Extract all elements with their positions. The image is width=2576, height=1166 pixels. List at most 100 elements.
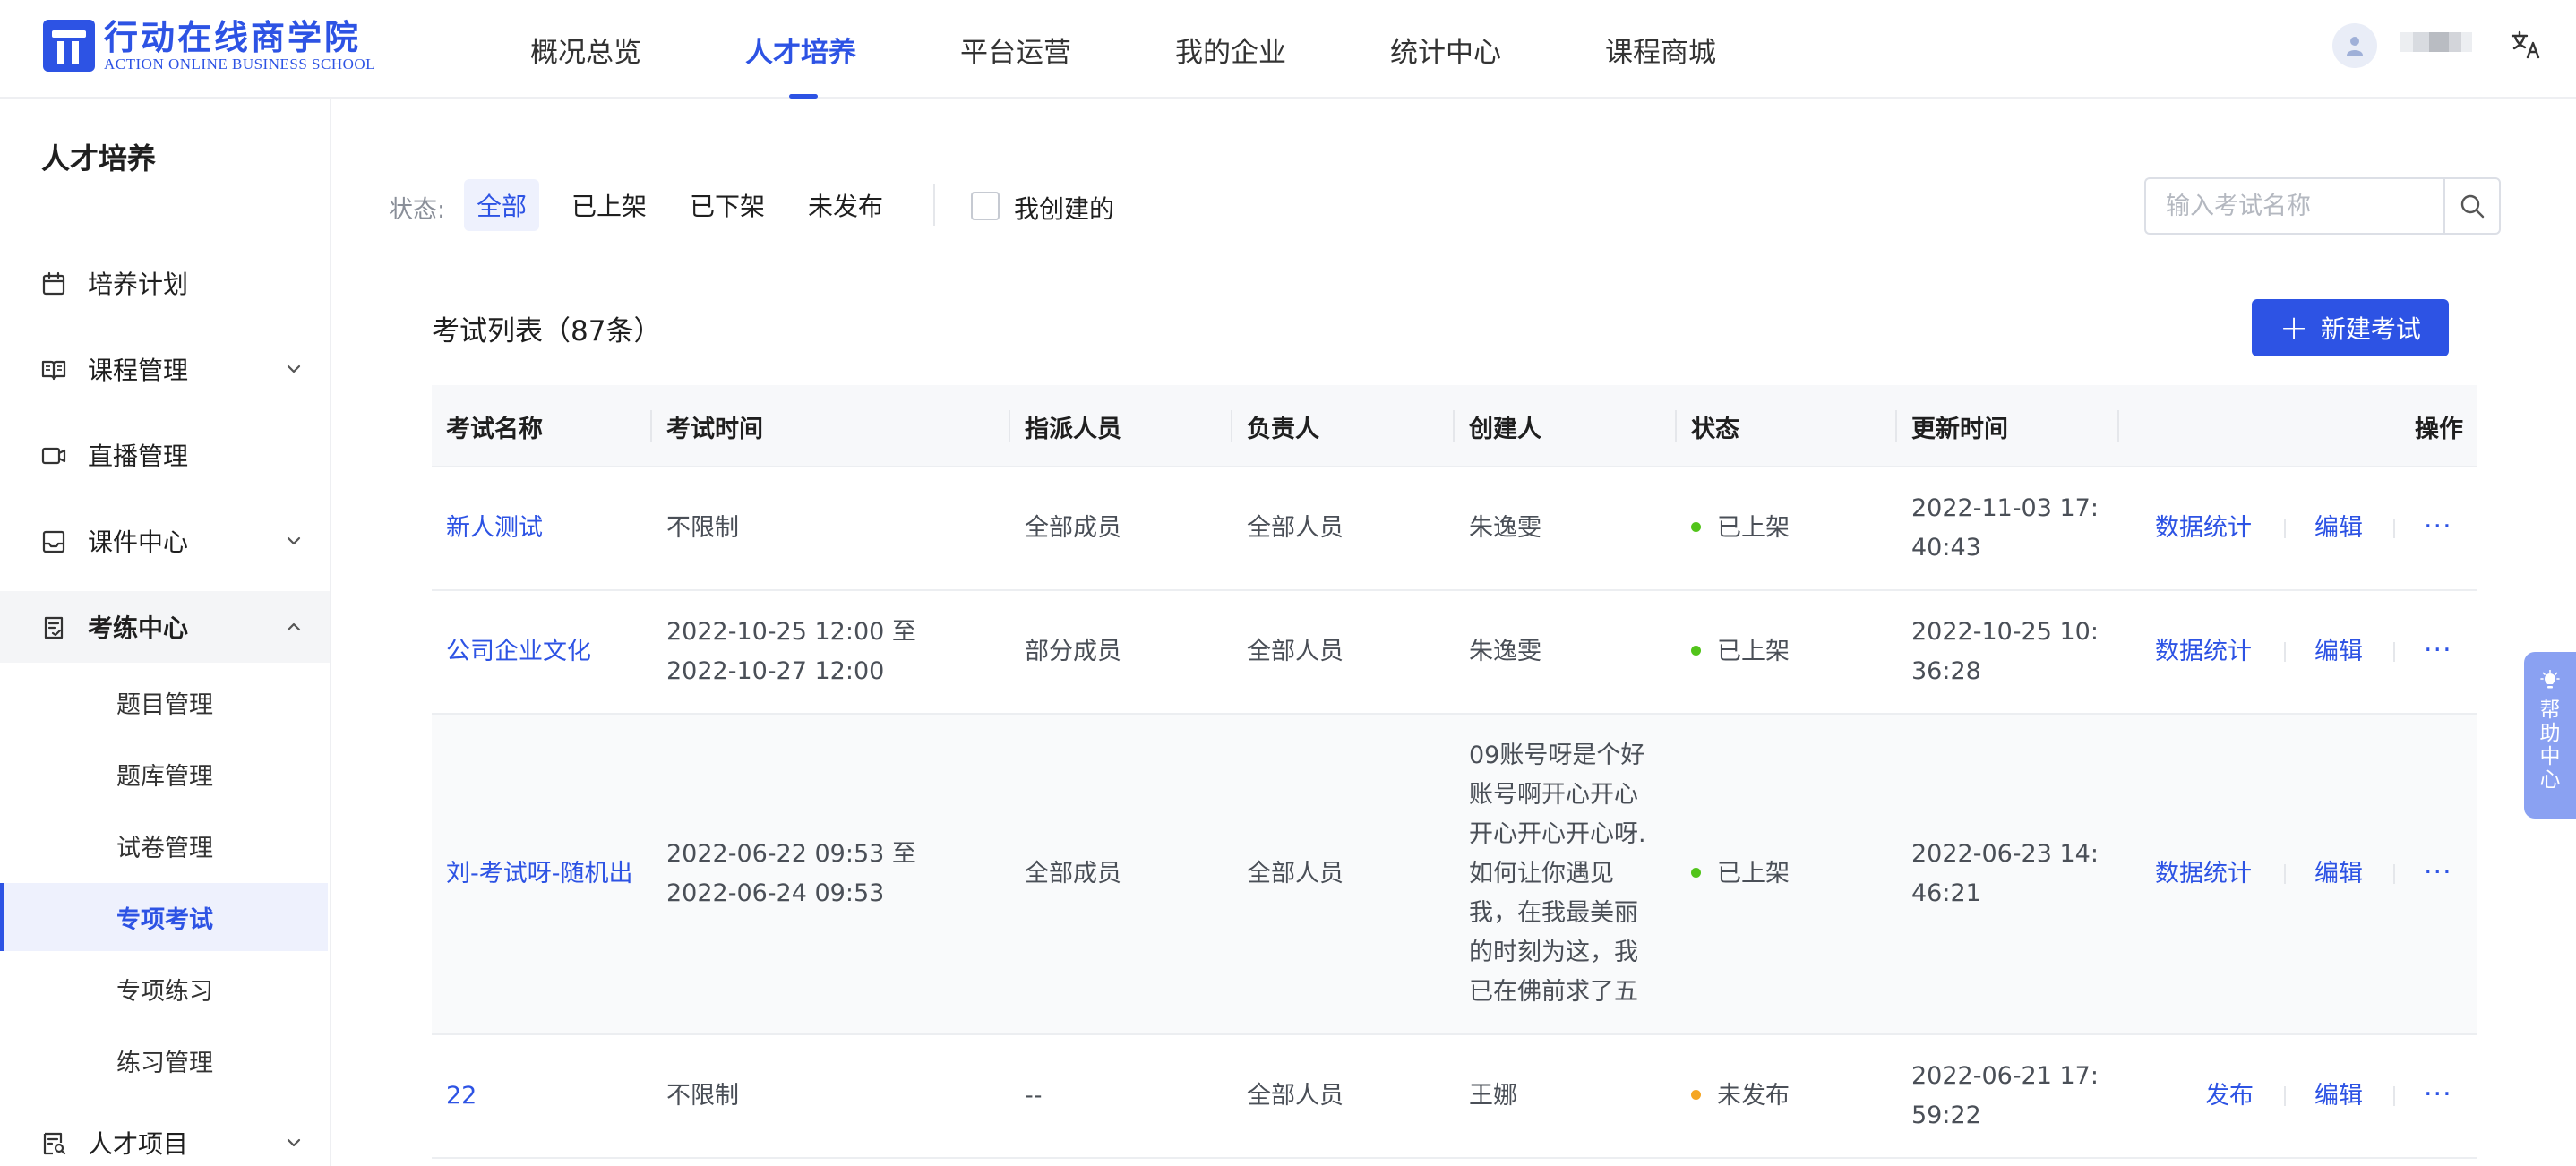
logo-mark-icon [43, 20, 95, 72]
sidebar-item-exam-center[interactable]: 考练中心 [0, 591, 330, 663]
main-nav: 概况总览 人才培养 平台运营 我的企业 统计中心 课程商城 [530, 0, 1716, 99]
status-dot [1691, 522, 1701, 532]
help-center-label: 帮助中心 [2539, 699, 2561, 792]
user-avatar-icon[interactable] [2332, 23, 2377, 68]
edit-link[interactable]: 编辑 [2314, 509, 2363, 548]
assigned-members: -- [1025, 1082, 1043, 1110]
chevron-down-icon [287, 1138, 301, 1147]
column-header-owner: 负责人 [1247, 415, 1319, 443]
more-actions-icon[interactable]: ··· [2424, 510, 2452, 542]
new-exam-label: 新建考试 [2320, 314, 2421, 344]
updated-time: 2022-10-25 10:36:28 [1911, 618, 2099, 685]
sidebar-subitem-practice-management[interactable]: 练习管理 [0, 1026, 328, 1094]
exam-name-link[interactable]: 刘-考试呀-随机出 [446, 854, 633, 894]
filter-divider [933, 184, 935, 226]
translate-icon[interactable] [2508, 27, 2544, 63]
table-row: 公司企业文化 2022-10-25 12:00 至 2022-10-27 12:… [432, 591, 2477, 715]
exam-list-title: 考试列表（87条） [432, 315, 662, 347]
status-dot [1691, 868, 1701, 878]
publish-link[interactable]: 发布 [2205, 1076, 2254, 1116]
sidebar-item-label: 人才项目 [88, 1129, 189, 1159]
status-badge: 未发布 [1691, 1076, 1790, 1116]
updated-time: 2022-11-03 17:40:43 [1911, 494, 2099, 562]
exam-name-link[interactable]: 新人测试 [446, 509, 543, 548]
created-by-me-label[interactable]: 我创建的 [1014, 190, 1114, 226]
nav-talent-development[interactable]: 人才培养 [745, 0, 862, 99]
column-header-updated: 更新时间 [1911, 415, 2008, 443]
edit-link[interactable]: 编辑 [2314, 1076, 2363, 1116]
sidebar-item-label: 培养计划 [88, 270, 189, 299]
talent-project-icon [43, 1132, 66, 1155]
help-center-button[interactable]: 帮助中心 [2524, 652, 2576, 819]
sidebar-item-label: 考练中心 [88, 613, 189, 643]
edit-link[interactable]: 编辑 [2314, 854, 2363, 894]
edit-link[interactable]: 编辑 [2314, 632, 2363, 672]
lightbulb-icon [2540, 670, 2560, 689]
nav-platform-operations[interactable]: 平台运营 [960, 0, 1077, 99]
exam-time: 2022-06-22 09:53 至 2022-06-24 09:53 [666, 840, 916, 907]
column-header-status: 状态 [1691, 415, 1739, 443]
exam-time: 不限制 [666, 1082, 739, 1110]
assigned-members: 全部成员 [1025, 860, 1121, 887]
exam-name-link[interactable]: 公司企业文化 [446, 632, 591, 672]
assigned-members: 全部成员 [1025, 514, 1121, 542]
nav-overview[interactable]: 概况总览 [530, 0, 650, 99]
brand-logo[interactable]: 行动在线商学院 ACTION ONLINE BUSINESS SCHOOL [43, 18, 375, 73]
more-actions-icon[interactable]: ··· [2424, 634, 2452, 665]
nav-statistics-center[interactable]: 统计中心 [1390, 0, 1507, 99]
owner: 全部人员 [1247, 514, 1344, 542]
sidebar-item-label: 课程管理 [88, 356, 189, 385]
status-badge: 已上架 [1691, 509, 1790, 548]
owner: 全部人员 [1247, 860, 1344, 887]
sidebar-subitem-special-exam[interactable]: 专项考试 [0, 883, 328, 951]
chevron-down-icon [287, 536, 301, 545]
new-exam-button[interactable]: + 新建考试 [2252, 299, 2449, 356]
nav-course-mall[interactable]: 课程商城 [1605, 0, 1722, 99]
sidebar-subitem-paper-management[interactable]: 试卷管理 [0, 811, 328, 879]
exam-name-link[interactable]: 22 [446, 1076, 477, 1116]
more-actions-icon[interactable]: ··· [2424, 1078, 2452, 1110]
filter-unpublished[interactable]: 未发布 [795, 179, 896, 231]
inbox-icon [42, 530, 65, 553]
sidebar-subitem-special-practice[interactable]: 专项练习 [0, 955, 328, 1023]
filter-all[interactable]: 全部 [464, 179, 540, 231]
sidebar-title: 人才培养 [41, 141, 157, 176]
username-redacted[interactable] [2400, 32, 2472, 52]
plus-icon: + [2280, 308, 2308, 347]
assigned-members: 部分成员 [1025, 638, 1121, 665]
sidebar-item-live-management[interactable]: 直播管理 [0, 419, 330, 491]
sidebar-item-training-plan[interactable]: 培养计划 [0, 247, 330, 319]
chevron-down-icon [287, 364, 301, 373]
top-bar: 行动在线商学院 ACTION ONLINE BUSINESS SCHOOL 概况… [0, 0, 2576, 99]
sidebar-item-course-management[interactable]: 课程管理 [0, 333, 330, 405]
data-statistics-link[interactable]: 数据统计 [2155, 854, 2252, 894]
creator: 王娜 [1469, 1082, 1517, 1110]
table-row: 刘-考试呀-随机出 2022-06-22 09:53 至 2022-06-24 … [432, 715, 2477, 1035]
nav-my-enterprise[interactable]: 我的企业 [1175, 0, 1292, 99]
column-header-name: 考试名称 [446, 415, 543, 443]
table-row: 22 不限制 -- 全部人员 王娜 未发布 2022-06-21 17:59:2… [432, 1035, 2477, 1159]
filter-listed[interactable]: 已上架 [559, 179, 659, 231]
updated-time: 2022-06-23 14:46:21 [1911, 840, 2099, 907]
status-filter-label: 状态: [389, 196, 446, 224]
filter-delisted[interactable]: 已下架 [677, 179, 777, 231]
sidebar-subitem-question-bank[interactable]: 题库管理 [0, 740, 328, 808]
column-header-assigned: 指派人员 [1025, 415, 1121, 443]
creator: 09账号呀是个好账号啊开心开心开心开心开心呀.如何让你遇见我，在我最美丽的时刻为… [1469, 742, 1646, 1006]
more-actions-icon[interactable]: ··· [2424, 856, 2452, 887]
column-header-time: 考试时间 [666, 415, 763, 443]
sidebar-item-talent-project[interactable]: 人才项目 [0, 1107, 330, 1166]
created-by-me-checkbox[interactable] [971, 192, 1000, 220]
data-statistics-link[interactable]: 数据统计 [2155, 632, 2252, 672]
table-row: 新人测试 不限制 全部成员 全部人员 朱逸雯 已上架 2022-11-03 17… [432, 467, 2477, 591]
data-statistics-link[interactable]: 数据统计 [2155, 509, 2252, 548]
sidebar-subitem-question-management[interactable]: 题目管理 [0, 668, 328, 736]
creator: 朱逸雯 [1469, 638, 1541, 665]
calendar-icon [42, 271, 65, 296]
sidebar-item-label: 课件中心 [88, 527, 189, 557]
column-header-creator: 创建人 [1469, 415, 1541, 443]
search-button[interactable] [2443, 177, 2501, 235]
sidebar-item-courseware-center[interactable]: 课件中心 [0, 505, 330, 577]
exam-search-input[interactable] [2144, 177, 2445, 235]
status-badge: 已上架 [1691, 632, 1790, 672]
